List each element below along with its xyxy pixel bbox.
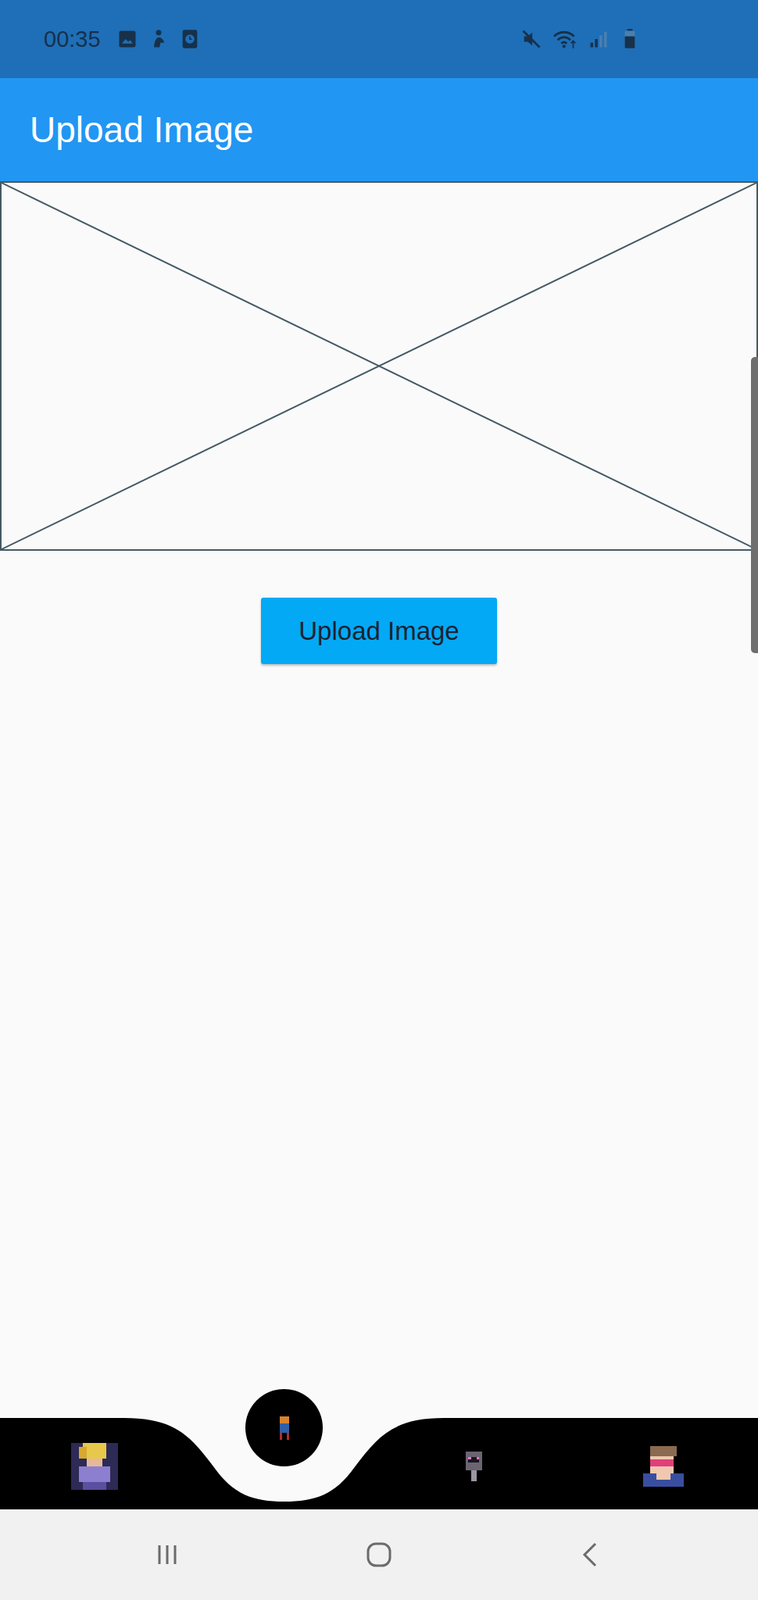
recents-icon xyxy=(151,1539,183,1571)
back-icon xyxy=(575,1539,607,1571)
system-navigation-bar xyxy=(0,1509,758,1600)
status-bar: 00:35 xyxy=(0,0,758,79)
home-button[interactable] xyxy=(273,1539,486,1571)
nav-item[interactable] xyxy=(379,1389,569,1510)
gallery-icon xyxy=(116,28,139,51)
app-bar-title: Upload Image xyxy=(29,108,254,151)
nav-item[interactable] xyxy=(0,1389,190,1510)
clock-app-icon xyxy=(178,28,201,51)
blonde-hero-avatar-icon xyxy=(71,1443,118,1491)
home-icon xyxy=(363,1539,395,1571)
nav-item[interactable] xyxy=(189,1389,380,1510)
tiny-character-avatar-icon xyxy=(277,1416,292,1441)
wifi-icon xyxy=(551,28,579,51)
back-button[interactable] xyxy=(485,1539,698,1571)
scrollbar[interactable] xyxy=(750,357,758,654)
app-bar: Upload Image xyxy=(0,78,758,182)
phone-screen: 00:35 Upload Image Upload Image xyxy=(0,0,758,1600)
signal-icon xyxy=(587,28,610,51)
sunglasses-guy-avatar-icon xyxy=(643,1446,684,1488)
placeholder-cross-icon xyxy=(1,182,757,550)
content: Upload Image xyxy=(0,181,758,1390)
mute-icon xyxy=(520,28,543,51)
bottom-navigation xyxy=(0,1389,758,1510)
nav-item[interactable] xyxy=(568,1389,758,1510)
recents-button[interactable] xyxy=(61,1539,274,1571)
masked-head-avatar-icon xyxy=(462,1451,485,1483)
accessibility-icon xyxy=(147,28,170,51)
status-time: 00:35 xyxy=(43,26,101,53)
upload-image-button[interactable]: Upload Image xyxy=(261,597,497,665)
image-placeholder xyxy=(0,181,758,551)
battery-icon xyxy=(618,28,641,51)
